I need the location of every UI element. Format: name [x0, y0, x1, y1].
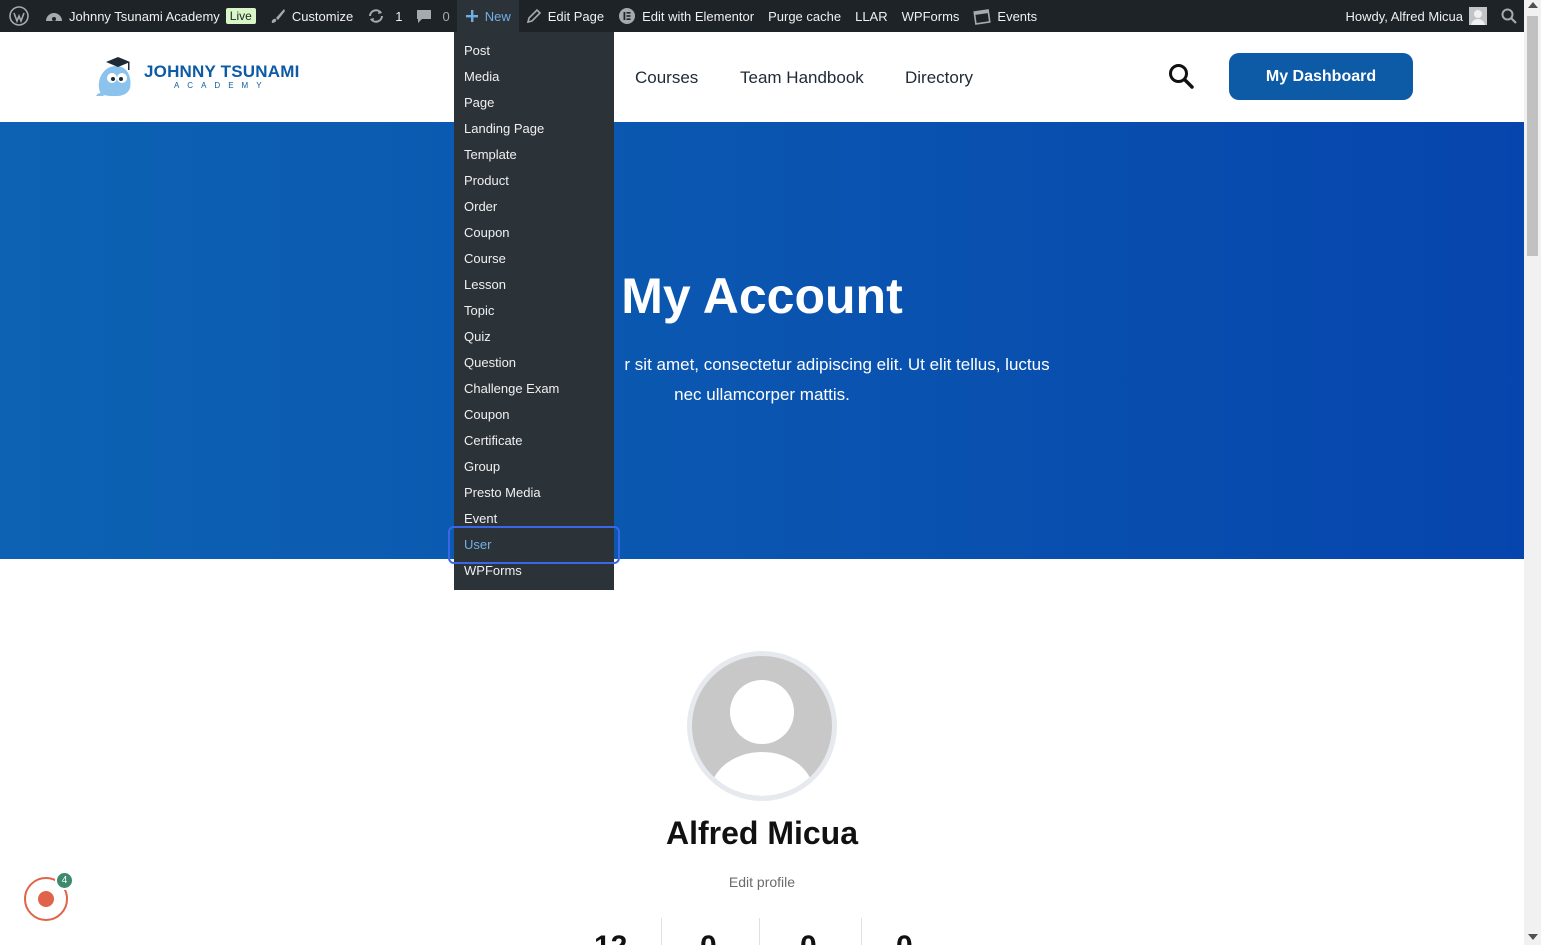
menu-item-coupon-2[interactable]: Coupon: [454, 402, 614, 428]
site-header: JOHNNY TSUNAMI ACADEMY Courses Team Hand…: [0, 32, 1524, 122]
user-silhouette-icon: [710, 680, 814, 796]
menu-item-course[interactable]: Course: [454, 246, 614, 272]
elementor-icon: [619, 8, 636, 24]
new-label: New: [484, 8, 511, 24]
menu-item-lesson[interactable]: Lesson: [454, 272, 614, 298]
updates-link[interactable]: 1: [360, 0, 409, 32]
my-dashboard-button[interactable]: My Dashboard: [1229, 53, 1413, 100]
purge-cache-label: Purge cache: [768, 8, 842, 24]
scroll-down-arrow-icon[interactable]: [1528, 934, 1538, 940]
howdy-text: Howdy, Alfred Micua: [1345, 8, 1463, 24]
refresh-icon: [369, 9, 384, 23]
stat-divider: [661, 918, 662, 945]
comments-count: 0: [442, 8, 450, 24]
menu-item-product[interactable]: Product: [454, 168, 614, 194]
stat-value: 12: [594, 930, 627, 945]
profile-name: Alfred Micua: [665, 815, 859, 851]
logo-title: JOHNNY TSUNAMI: [144, 62, 300, 81]
llar-label: LLAR: [855, 8, 888, 24]
menu-item-template[interactable]: Template: [454, 142, 614, 168]
edit-elementor-label: Edit with Elementor: [642, 8, 755, 24]
edit-with-elementor-link[interactable]: Edit with Elementor: [611, 0, 761, 32]
notification-badge: 4: [55, 871, 74, 890]
comments-link[interactable]: 0: [409, 0, 456, 32]
record-dot-icon: [38, 891, 54, 907]
focus-highlight: [448, 526, 620, 564]
menu-item-order[interactable]: Order: [454, 194, 614, 220]
menu-item-presto-media[interactable]: Presto Media: [454, 480, 614, 506]
header-search-button[interactable]: [1167, 62, 1195, 90]
customize-label: Customize: [291, 8, 354, 24]
menu-item-question[interactable]: Question: [454, 350, 614, 376]
user-avatar-small: [1469, 7, 1487, 25]
menu-item-certificate[interactable]: Certificate: [454, 428, 614, 454]
live-badge: Live: [225, 8, 256, 24]
pencil-icon: [526, 8, 541, 24]
events-label: Events: [997, 8, 1038, 24]
my-account-link[interactable]: Howdy, Alfred Micua: [1338, 0, 1494, 32]
events-link[interactable]: Events: [966, 0, 1044, 32]
updates-count: 1: [395, 8, 403, 24]
menu-item-page[interactable]: Page: [454, 90, 614, 116]
menu-item-quiz[interactable]: Quiz: [454, 324, 614, 350]
new-content-dropdown: Post Media Page Landing Page Template Pr…: [454, 32, 614, 590]
stat-value: 0: [800, 930, 817, 945]
menu-item-challenge-exam[interactable]: Challenge Exam: [454, 376, 614, 402]
customize-link[interactable]: Customize: [263, 0, 360, 32]
wordpress-icon: [9, 6, 29, 26]
page-title: My Account: [621, 268, 903, 324]
admin-search-button[interactable]: [1494, 0, 1524, 32]
llar-link[interactable]: LLAR: [848, 0, 895, 32]
search-icon: [1501, 8, 1517, 24]
nav-courses[interactable]: Courses: [635, 68, 698, 88]
calendar-icon: [973, 9, 992, 25]
paintbrush-icon: [271, 9, 285, 23]
menu-item-landing-page[interactable]: Landing Page: [454, 116, 614, 142]
stat-divider: [861, 918, 862, 945]
site-name-link[interactable]: Johnny Tsunami Academy Live: [38, 0, 263, 32]
stat-value: 0: [896, 930, 913, 945]
comment-bubble-icon: [417, 10, 432, 23]
scroll-up-arrow-icon[interactable]: [1528, 2, 1538, 8]
nav-directory[interactable]: Directory: [905, 68, 973, 88]
scrollbar-thumb[interactable]: [1527, 16, 1538, 256]
new-content-button[interactable]: New: [456, 0, 519, 32]
site-logo[interactable]: JOHNNY TSUNAMI ACADEMY: [92, 52, 300, 100]
wpforms-link[interactable]: WPForms: [895, 0, 967, 32]
profile-avatar: [687, 651, 837, 801]
menu-item-coupon[interactable]: Coupon: [454, 220, 614, 246]
hero-banner: My Account r sit amet, consectetur adipi…: [0, 122, 1524, 559]
menu-item-group[interactable]: Group: [454, 454, 614, 480]
dashboard-gauge-icon: [46, 13, 62, 21]
stat-divider: [759, 918, 760, 945]
nav-team-handbook[interactable]: Team Handbook: [740, 68, 864, 88]
plus-icon: [465, 10, 478, 22]
edit-profile-link[interactable]: Edit profile: [0, 874, 1524, 890]
logo-subtitle: ACADEMY: [173, 81, 270, 90]
mascot-logo-icon: [96, 57, 131, 96]
wpforms-label: WPForms: [901, 8, 960, 24]
wordpress-logo-button[interactable]: [0, 0, 38, 32]
purge-cache-link[interactable]: Purge cache: [761, 0, 848, 32]
profile-stats: 12 0 0 0: [580, 918, 960, 945]
search-icon: [1169, 64, 1194, 89]
edit-page-label: Edit Page: [547, 8, 605, 24]
edit-page-link[interactable]: Edit Page: [519, 0, 611, 32]
menu-item-media[interactable]: Media: [454, 64, 614, 90]
stat-value: 0: [700, 930, 717, 945]
menu-item-topic[interactable]: Topic: [454, 298, 614, 324]
menu-item-post[interactable]: Post: [454, 38, 614, 64]
site-name: Johnny Tsunami Academy: [69, 8, 220, 24]
admin-bar: Johnny Tsunami Academy Live Customize 1 …: [0, 0, 1541, 32]
